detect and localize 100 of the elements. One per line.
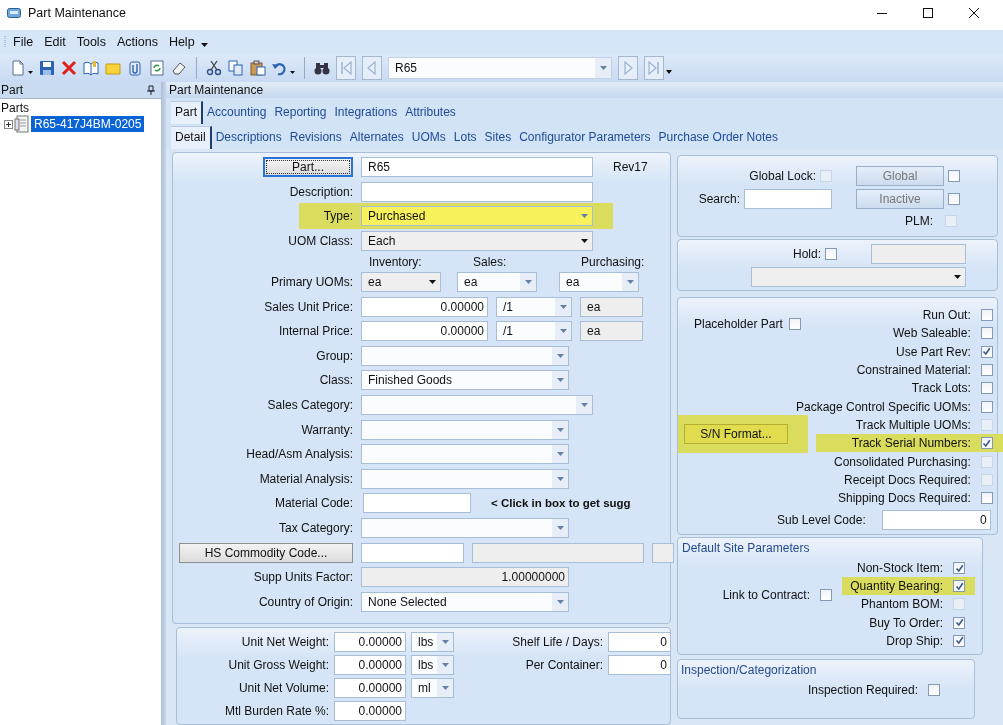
checkbox[interactable] [980, 437, 993, 450]
hold-field[interactable] [871, 244, 966, 264]
checkbox[interactable] [953, 634, 965, 647]
overflow-icon[interactable] [200, 43, 208, 47]
description-field[interactable] [472, 542, 644, 563]
checkbox[interactable] [980, 345, 993, 358]
save-icon[interactable] [39, 60, 55, 76]
tab[interactable]: Part [171, 101, 203, 124]
tab[interactable]: Integrations [330, 102, 402, 124]
toggle-button[interactable]: Inactive [856, 188, 944, 209]
part-button[interactable]: Part... [263, 157, 353, 177]
maximize-icon[interactable] [923, 8, 933, 18]
menu-item[interactable]: File [7, 35, 39, 49]
checkbox[interactable] [980, 327, 993, 340]
checkbox[interactable] [788, 318, 801, 331]
tab[interactable]: Revisions [285, 127, 346, 149]
expand-icon[interactable] [4, 119, 13, 129]
checkbox[interactable] [980, 309, 993, 322]
search-field[interactable] [744, 188, 832, 209]
text-field[interactable] [361, 542, 464, 563]
tab[interactable]: Detail [171, 126, 212, 149]
caret-icon[interactable] [290, 70, 295, 74]
menu-item[interactable]: Actions [110, 35, 163, 49]
checkbox[interactable] [953, 562, 965, 575]
dropdown[interactable]: None Selected [361, 591, 569, 612]
tab[interactable]: Purchase Order Notes [654, 127, 782, 149]
format-button[interactable]: S/N Format... [684, 424, 788, 445]
binoculars-icon[interactable] [314, 60, 330, 76]
dropdown[interactable]: /1 [496, 296, 572, 317]
dropdown[interactable]: ea [361, 271, 441, 292]
dropdown[interactable]: ml [411, 678, 454, 698]
dropdown[interactable]: ea [559, 271, 639, 292]
tab[interactable]: Sites [480, 127, 516, 149]
copy-icon[interactable] [228, 60, 244, 76]
text-field[interactable] [363, 493, 471, 514]
dropdown[interactable]: /1 [496, 321, 572, 342]
menu-item[interactable]: Edit [38, 35, 71, 49]
clip-icon[interactable] [127, 60, 143, 76]
dropdown[interactable] [361, 444, 569, 465]
record-combo[interactable]: R65 [388, 57, 612, 79]
tree-item[interactable]: R65-417J4BM-0205 [31, 116, 145, 132]
dropdown[interactable] [361, 419, 569, 440]
dropdown[interactable] [751, 267, 966, 287]
checkbox[interactable] [980, 364, 993, 377]
number-field[interactable]: 0.00000 [334, 678, 406, 698]
unit-field[interactable]: ea [580, 296, 643, 317]
undo-icon[interactable] [272, 60, 288, 76]
next-button[interactable] [618, 56, 638, 80]
checkbox[interactable] [980, 382, 993, 395]
dropdown[interactable] [361, 345, 569, 366]
first-button[interactable] [336, 56, 356, 80]
tab[interactable]: Reporting [270, 102, 331, 124]
checkbox[interactable] [948, 192, 960, 205]
refresh-icon[interactable] [149, 60, 165, 76]
unit-field[interactable]: ea [580, 321, 643, 342]
dropdown[interactable] [361, 468, 569, 489]
note-icon[interactable] [105, 60, 121, 76]
text-field[interactable] [361, 181, 593, 202]
number-field[interactable]: 0.00000 [334, 632, 406, 652]
number-field[interactable]: 0 [881, 510, 991, 531]
pin-icon[interactable] [147, 85, 155, 95]
dropdown[interactable] [361, 394, 593, 415]
checkbox[interactable] [948, 169, 960, 182]
number-field[interactable]: 0 [608, 655, 671, 675]
paste-icon[interactable] [250, 60, 266, 76]
checkbox[interactable] [980, 400, 993, 413]
dropdown[interactable]: Each [361, 230, 593, 251]
tab[interactable]: Accounting [203, 102, 271, 124]
checkbox[interactable] [820, 589, 832, 602]
cut-icon[interactable] [206, 60, 222, 76]
checkbox[interactable] [953, 580, 965, 593]
number-field[interactable]: 1.00000000 [361, 567, 569, 588]
small-field[interactable] [652, 542, 674, 563]
previous-button[interactable] [362, 56, 382, 80]
tab[interactable]: Alternates [345, 127, 408, 149]
number-field[interactable]: 0 [608, 632, 671, 652]
close-icon[interactable] [969, 8, 979, 18]
part-field[interactable]: R65 [361, 157, 593, 177]
number-field[interactable]: 0.00000 [334, 655, 406, 675]
tree-item[interactable]: Parts [1, 101, 160, 115]
toggle-button[interactable]: Global [856, 165, 944, 186]
book-icon[interactable] [83, 60, 99, 76]
dropdown[interactable]: Finished Goods [361, 370, 569, 391]
menu-item[interactable]: Help [162, 35, 200, 49]
dropdown[interactable]: Purchased [361, 206, 593, 227]
menu-item[interactable]: Tools [70, 35, 111, 49]
dropdown[interactable]: ea [457, 271, 537, 292]
dropdown[interactable]: lbs [411, 655, 454, 675]
tab[interactable]: Configurator Parameters [515, 127, 655, 149]
number-field[interactable]: 0.00000 [334, 701, 406, 721]
overflow-icon[interactable] [666, 70, 672, 74]
checkbox[interactable] [953, 616, 965, 629]
delete-icon[interactable] [61, 60, 77, 76]
dropdown[interactable]: lbs [411, 632, 454, 652]
tab[interactable]: Attributes [401, 102, 460, 124]
dropdown[interactable] [361, 517, 569, 538]
caret-icon[interactable] [28, 70, 33, 74]
number-field[interactable]: 0.00000 [361, 296, 488, 317]
checkbox[interactable] [928, 684, 940, 696]
tab[interactable]: Lots [449, 127, 481, 149]
